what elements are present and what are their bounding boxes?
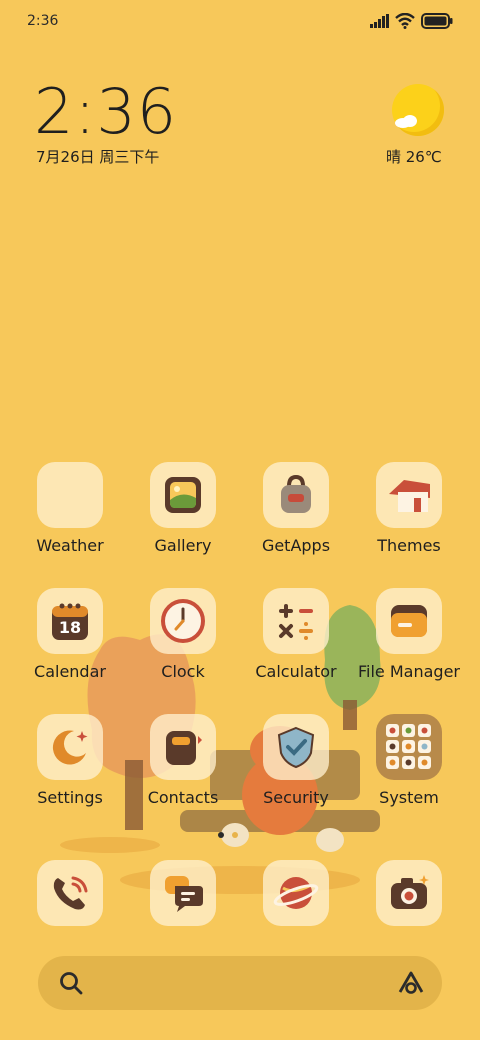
app-file-manager[interactable]: File Manager [354,588,464,681]
calculator-icon[interactable] [263,588,329,654]
app-label: Weather [36,536,104,555]
messages-icon[interactable] [150,860,216,926]
app-label: Security [263,788,329,807]
assistant-icon[interactable] [396,970,426,996]
clock-icon[interactable] [150,588,216,654]
camera-icon[interactable] [376,860,442,926]
weather-app-icon[interactable] [37,462,103,528]
folder-icon[interactable] [376,588,442,654]
shield-icon[interactable] [263,714,329,780]
app-settings[interactable]: Settings [15,714,125,807]
app-label: Clock [161,662,205,681]
calendar-icon[interactable]: 18 [37,588,103,654]
app-label: GetApps [261,536,331,555]
dock-phone[interactable] [15,860,125,926]
app-contacts[interactable]: Contacts [128,714,238,807]
app-calendar[interactable]: 18 Calendar [15,588,125,681]
battery-icon [421,13,453,29]
app-calculator[interactable]: Calculator [241,588,351,681]
app-label: Calendar [34,662,106,681]
app-label: System [379,788,439,807]
app-label: File Manager [358,662,460,681]
wifi-icon [395,13,415,29]
app-getapps[interactable]: GetApps [241,462,351,555]
gallery-icon[interactable] [150,462,216,528]
status-icons [369,13,453,29]
dock-browser[interactable] [241,860,351,926]
app-label: Gallery [154,536,212,555]
search-icon[interactable] [58,970,84,996]
phone-icon[interactable] [37,860,103,926]
search-bar[interactable] [38,956,442,1010]
app-label: Settings [37,788,103,807]
sunny-weather-icon[interactable] [392,84,444,136]
page-indicator [232,832,238,838]
calendar-day-number: 18 [58,618,82,637]
browser-planet-icon[interactable] [263,860,329,926]
status-bar: 2:36 [0,0,480,42]
house-icon[interactable] [376,462,442,528]
app-gallery[interactable]: Gallery [128,462,238,555]
folder-grid-icon[interactable] [376,714,442,780]
signal-icon [370,14,389,28]
weather-summary: 晴 26℃ [386,148,442,166]
app-clock[interactable]: Clock [128,588,238,681]
app-label: Calculator [255,662,337,681]
moon-settings-icon[interactable] [37,714,103,780]
dock-camera[interactable] [354,860,464,926]
contacts-book-icon[interactable] [150,714,216,780]
shopping-bag-icon[interactable] [263,462,329,528]
page-indicator-active [218,832,224,838]
app-security[interactable]: Security [241,714,351,807]
app-weather[interactable]: Weather [15,462,125,555]
status-time: 2:36 [27,13,59,29]
app-folder-system[interactable]: System [354,714,464,807]
app-themes[interactable]: Themes [354,462,464,555]
dock-messages[interactable] [128,860,238,926]
home-clock[interactable]: 2:36 [34,76,177,148]
home-date: 7月26日 周三下午 [36,148,160,166]
app-label: Themes [377,536,441,555]
app-label: Contacts [147,788,219,807]
